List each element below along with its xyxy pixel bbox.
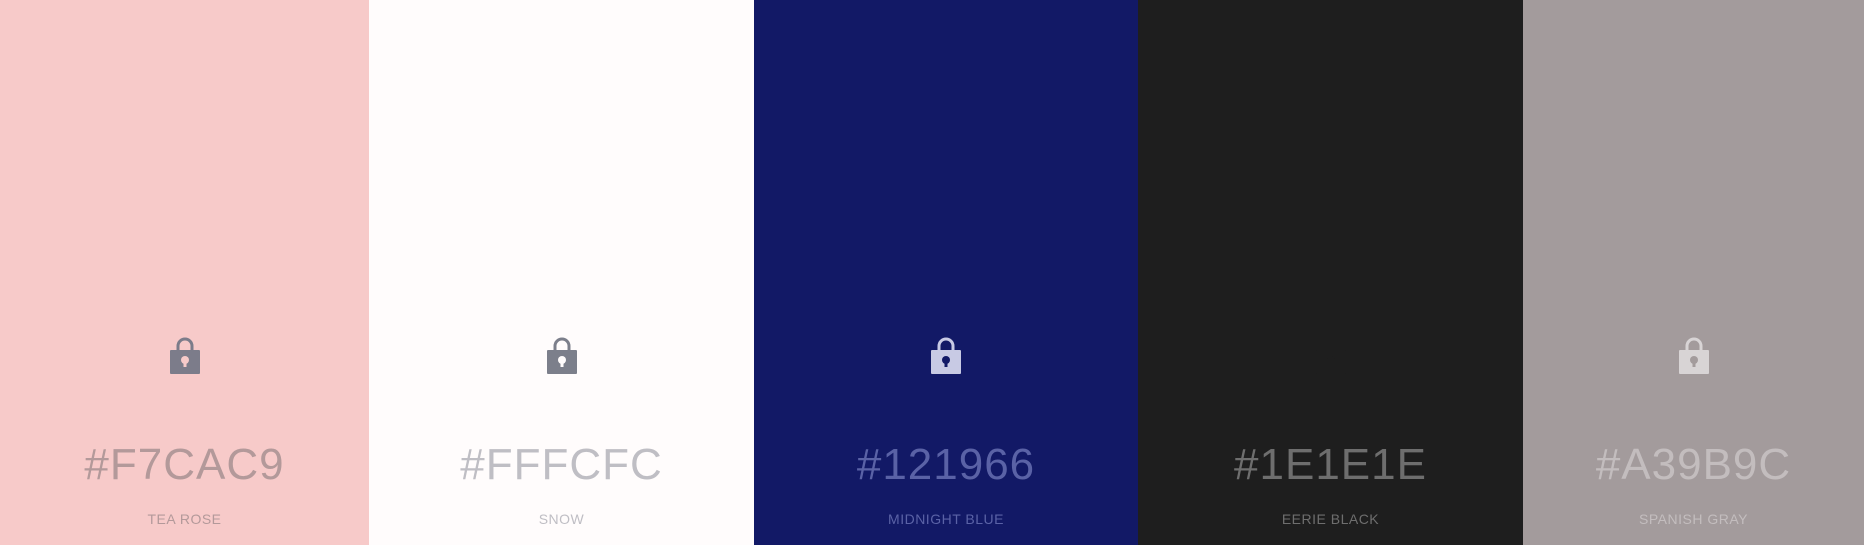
- hex-code[interactable]: #A39B9C: [1523, 440, 1864, 490]
- lock-icon[interactable]: [546, 336, 577, 374]
- hex-code[interactable]: #F7CAC9: [0, 440, 369, 490]
- swatch-eerie-black[interactable]: #1E1E1E EERIE BLACK: [1138, 0, 1523, 545]
- lock-icon[interactable]: [169, 336, 200, 374]
- color-name: SNOW: [538, 511, 585, 527]
- hex-code[interactable]: #FFFCFC: [369, 440, 754, 490]
- swatch-spanish-gray[interactable]: #A39B9C SPANISH GRAY: [1523, 0, 1864, 545]
- swatch-midnight-blue[interactable]: #121966 MIDNIGHT BLUE: [754, 0, 1138, 545]
- color-palette: #F7CAC9 TEA ROSE #FFFCFC SNOW #121966 MI…: [0, 0, 1864, 545]
- lock-icon[interactable]: [1678, 336, 1709, 374]
- color-name: MIDNIGHT BLUE: [888, 511, 1004, 527]
- color-name: EERIE BLACK: [1281, 511, 1380, 527]
- lock-icon[interactable]: [1315, 336, 1346, 374]
- swatch-snow[interactable]: #FFFCFC SNOW: [369, 0, 754, 545]
- color-name: SPANISH GRAY: [1639, 511, 1748, 527]
- hex-code[interactable]: #121966: [754, 440, 1138, 490]
- lock-icon[interactable]: [931, 336, 961, 374]
- color-name: TEA ROSE: [147, 511, 222, 527]
- hex-code[interactable]: #1E1E1E: [1138, 440, 1523, 490]
- swatch-tea-rose[interactable]: #F7CAC9 TEA ROSE: [0, 0, 369, 545]
